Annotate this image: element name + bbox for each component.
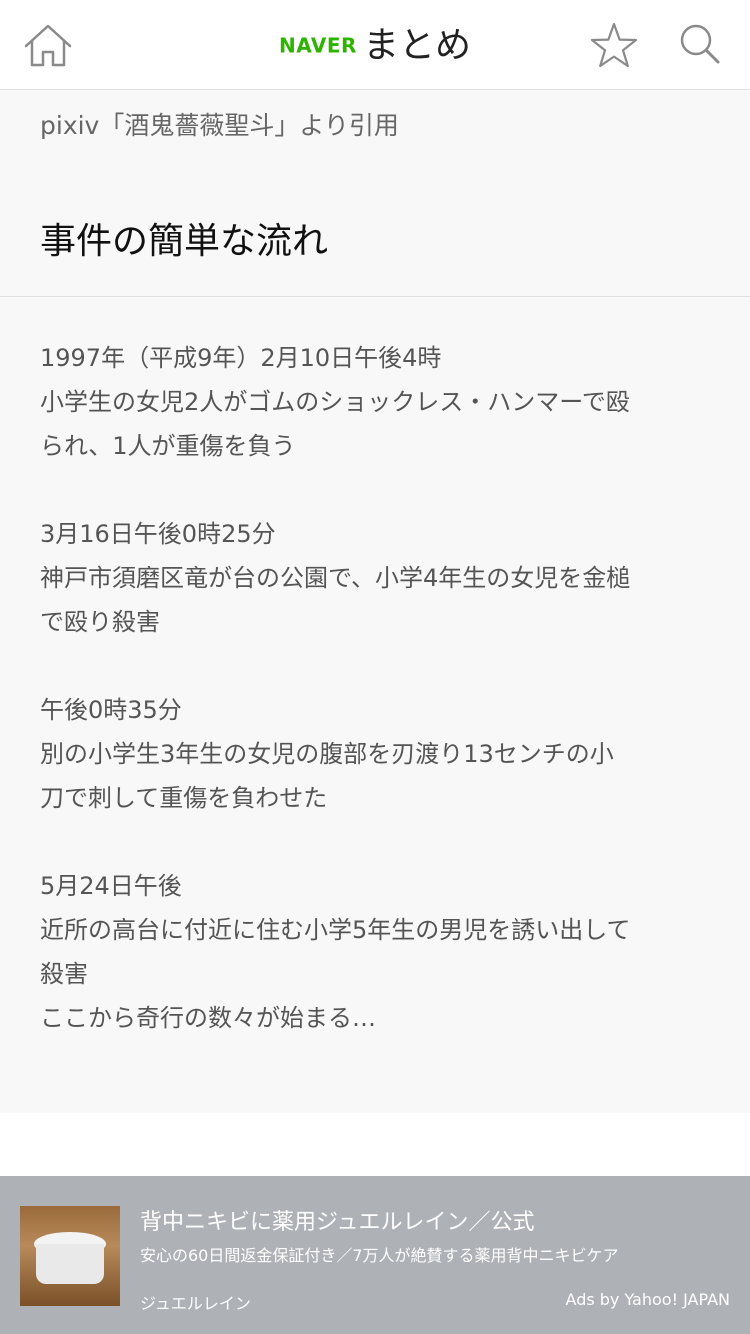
ad-credit[interactable]: Ads by Yahoo! JAPAN (566, 1290, 730, 1309)
event-text: 小学生の女児2人がゴムのショックレス・ハンマーで殴 (40, 388, 630, 416)
event-text: ここから奇行の数々が始まる… (40, 1004, 376, 1032)
event-timeline: 1997年（平成9年）2月10日午後4時 小学生の女児2人がゴムのショックレス・… (40, 336, 720, 1084)
image-citation: pixiv「酒鬼薔薇聖斗」より引用 (40, 111, 399, 140)
event-date: 1997年（平成9年）2月10日午後4時 (40, 344, 442, 372)
event-text: 殺害 (40, 960, 88, 988)
jar-body (36, 1244, 104, 1284)
event-text: 別の小学生3年生の女児の腹部を刃渡り13センチの小 (40, 740, 614, 768)
event-text: で殴り殺害 (40, 608, 160, 636)
section-heading: 事件の簡単な流れ (40, 221, 329, 262)
event-date: 午後0時35分 (40, 696, 182, 724)
favorite-button[interactable] (586, 18, 642, 74)
divider (0, 296, 750, 297)
logo-brand: NAVER (279, 33, 357, 58)
star-icon (590, 22, 638, 68)
ad-description[interactable]: 安心の60日間返金保証付き／7万人が絶賛する薬用背中ニキビケア (140, 1242, 619, 1266)
ad-title[interactable]: 背中ニキビに薬用ジュエルレイン／公式 (140, 1204, 534, 1236)
ad-advertiser[interactable]: ジュエルレイン (140, 1290, 251, 1314)
event-text: 近所の高台に付近に住む小学5年生の男児を誘い出して (40, 916, 631, 944)
timeline-event: 午後0時35分 別の小学生3年生の女児の腹部を刃渡り13センチの小 刀で刺して重… (40, 688, 720, 820)
timeline-event: 5月24日午後 近所の高台に付近に住む小学5年生の男児を誘い出して 殺害 ここか… (40, 864, 720, 1040)
event-text: られ、1人が重傷を負う (40, 432, 296, 460)
timeline-event: 1997年（平成9年）2月10日午後4時 小学生の女児2人がゴムのショックレス・… (40, 336, 720, 468)
event-text: 刀で刺して重傷を負わせた (40, 784, 328, 812)
search-button[interactable] (672, 18, 728, 74)
event-text: 神戸市須磨区竜が台の公園で、小学4年生の女児を金槌 (40, 564, 631, 592)
event-date: 5月24日午後 (40, 872, 182, 900)
app-header: NAVER まとめ (0, 0, 750, 90)
logo-service: まとめ (362, 24, 471, 66)
event-date: 3月16日午後0時25分 (40, 520, 276, 548)
timeline-event: 3月16日午後0時25分 神戸市須磨区竜が台の公園で、小学4年生の女児を金槌 で… (40, 512, 720, 644)
ad-product-image[interactable] (20, 1206, 120, 1306)
ad-banner[interactable]: 背中ニキビに薬用ジュエルレイン／公式 安心の60日間返金保証付き／7万人が絶賛す… (0, 1176, 750, 1334)
search-icon (680, 24, 720, 64)
article-content: pixiv「酒鬼薔薇聖斗」より引用 事件の簡単な流れ 1997年（平成9年）2月… (0, 90, 750, 1113)
